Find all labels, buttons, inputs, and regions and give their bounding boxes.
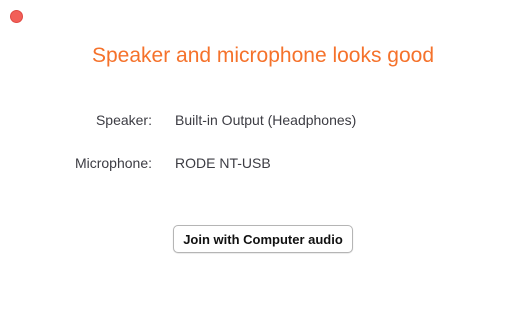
audio-test-window: Speaker and microphone looks good Speake…: [0, 0, 508, 322]
page-title: Speaker and microphone looks good: [91, 44, 435, 67]
microphone-value: RODE NT-USB: [175, 155, 271, 171]
speaker-row: Speaker: Built-in Output (Headphones): [0, 112, 508, 132]
join-computer-audio-button[interactable]: Join with Computer audio: [173, 225, 353, 253]
close-window-button[interactable]: [10, 10, 23, 23]
speaker-label: Speaker:: [95, 112, 152, 128]
microphone-label: Microphone:: [74, 155, 152, 171]
speaker-value: Built-in Output (Headphones): [175, 112, 357, 128]
microphone-row: Microphone: RODE NT-USB: [0, 155, 508, 175]
